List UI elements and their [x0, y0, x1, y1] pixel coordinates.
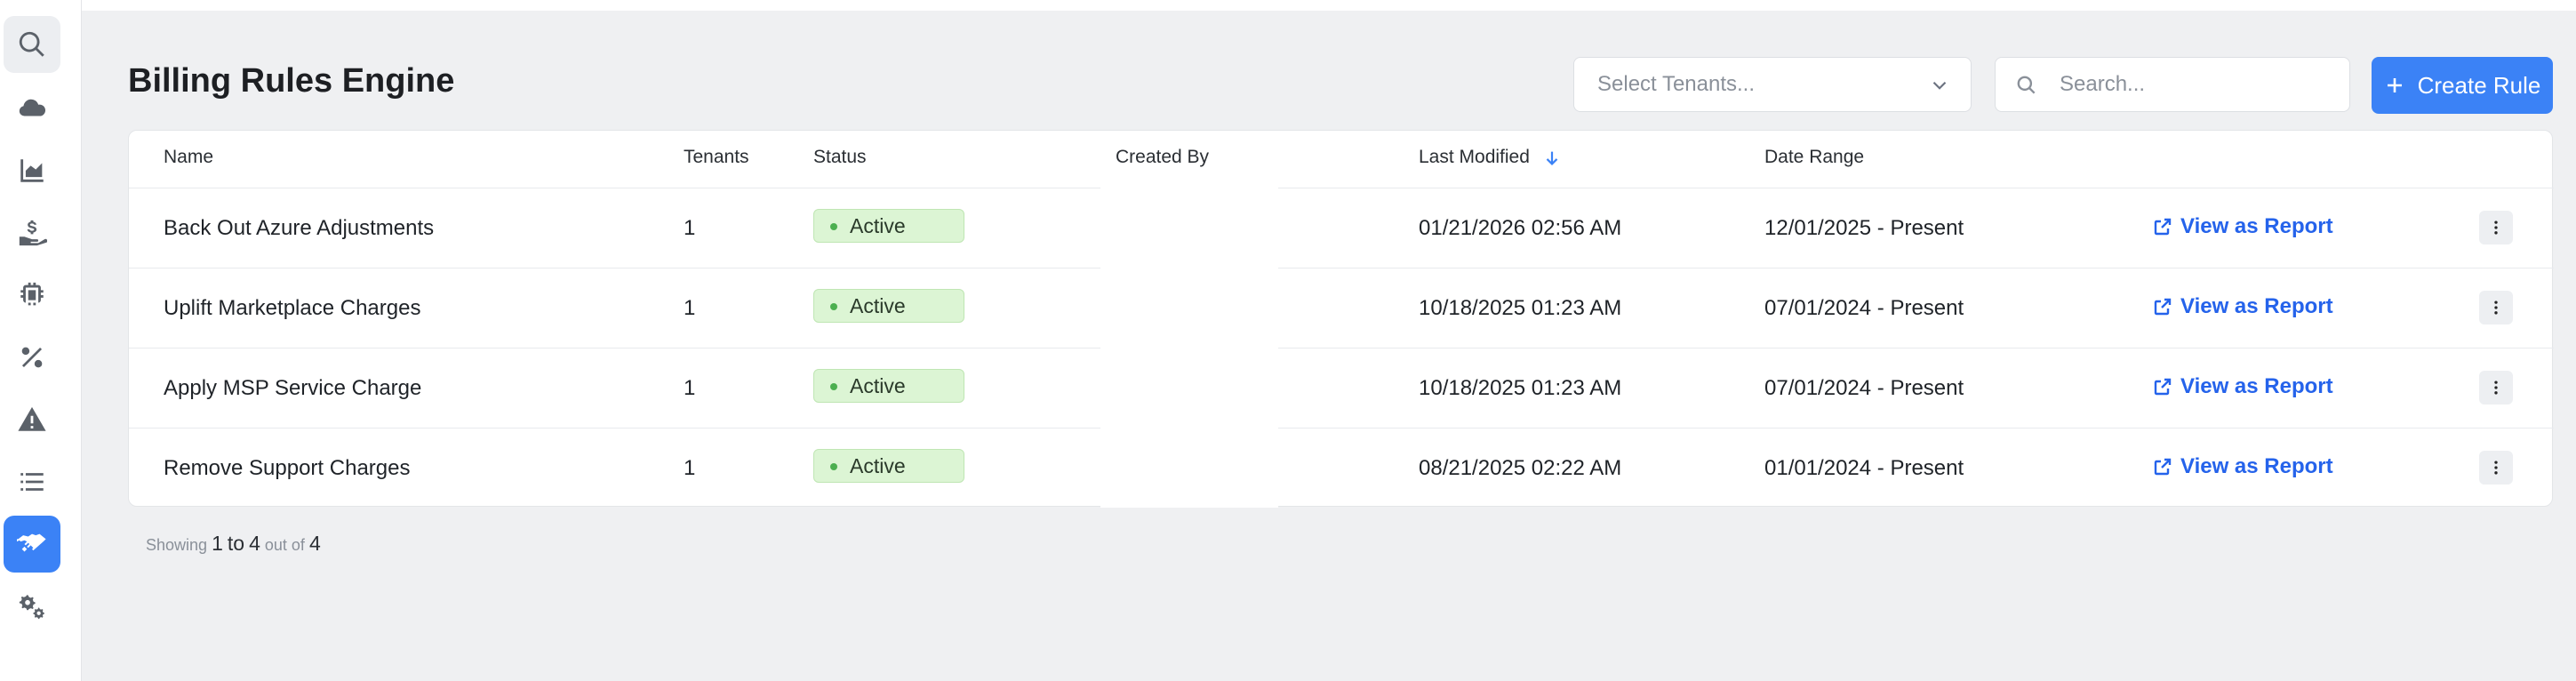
column-header-tenants[interactable]: Tenants	[684, 147, 749, 168]
area-chart-icon	[20, 159, 44, 182]
search-icon	[19, 31, 44, 57]
pagination-summary: Showing 1 to 4 out of 4	[146, 532, 321, 555]
rule-name: Uplift Marketplace Charges	[164, 296, 421, 320]
rule-name: Apply MSP Service Charge	[164, 376, 422, 400]
nav-alerts[interactable]	[4, 391, 60, 448]
date-range: 07/01/2024 - Present	[1764, 296, 1964, 320]
table-row[interactable]: Back Out Azure Adjustments 1 Active 01/2…	[129, 188, 2554, 268]
search-icon	[2017, 76, 2036, 94]
nav-settings[interactable]	[4, 578, 60, 635]
status-badge: Active	[813, 369, 964, 403]
last-modified: 08/21/2025 02:22 AM	[1419, 456, 1622, 480]
handshake-icon	[17, 533, 46, 552]
create-rule-button[interactable]: Create Rule	[2372, 57, 2553, 114]
kebab-icon	[2494, 461, 2498, 475]
nav-list[interactable]	[4, 453, 60, 510]
tenant-select[interactable]: Select Tenants...	[1573, 57, 1972, 112]
external-link-icon	[2154, 218, 2172, 236]
tenant-count: 1	[684, 376, 696, 400]
external-link-icon	[2154, 298, 2172, 316]
rule-name: Remove Support Charges	[164, 456, 411, 480]
nav-billing-rules[interactable]	[4, 516, 60, 573]
status-dot	[830, 463, 837, 470]
search-input[interactable]	[2060, 72, 2326, 97]
search-box	[1995, 57, 2350, 112]
nav-cloud[interactable]	[4, 80, 60, 137]
date-range: 07/01/2024 - Present	[1764, 376, 1964, 400]
sort-descending-icon[interactable]	[1542, 148, 1562, 168]
column-header-last-modified[interactable]: Last Modified	[1419, 147, 1530, 168]
chip-icon	[20, 282, 44, 306]
nav-search[interactable]	[4, 16, 60, 73]
tenant-count: 1	[684, 296, 696, 320]
last-modified: 10/18/2025 01:23 AM	[1419, 296, 1622, 320]
status-dot	[830, 303, 837, 310]
rules-table: Name Tenants Status Created By Last Modi…	[128, 130, 2554, 508]
tenant-count: 1	[684, 216, 696, 240]
warning-icon	[18, 406, 46, 431]
page-title: Billing Rules Engine	[128, 62, 455, 100]
kebab-icon	[2494, 300, 2498, 315]
table-row[interactable]: Uplift Marketplace Charges 1 Active 10/1…	[129, 268, 2554, 348]
cloud-icon	[19, 99, 46, 116]
list-icon	[20, 473, 44, 491]
table-row[interactable]: Remove Support Charges 1 Active 08/21/20…	[129, 428, 2554, 508]
percent-icon	[21, 347, 43, 368]
table-row[interactable]: Apply MSP Service Charge 1 Active 10/18/…	[129, 348, 2554, 428]
nav-discounts[interactable]	[4, 329, 60, 386]
tenant-select-placeholder: Select Tenants...	[1597, 72, 1755, 96]
row-actions-button[interactable]	[2479, 211, 2513, 244]
status-badge: Active	[813, 449, 964, 483]
view-as-report-link[interactable]: View as Report	[2152, 214, 2333, 239]
chevron-down-icon	[1932, 81, 1947, 90]
plus-icon	[2387, 78, 2402, 92]
column-header-date-range[interactable]: Date Range	[1764, 147, 1864, 168]
kebab-icon	[2494, 220, 2498, 235]
view-as-report-link[interactable]: View as Report	[2152, 454, 2333, 479]
date-range: 01/01/2024 - Present	[1764, 456, 1964, 480]
nav-analytics[interactable]	[4, 142, 60, 199]
row-actions-button[interactable]	[2479, 371, 2513, 405]
nav-compute[interactable]	[4, 267, 60, 324]
view-as-report-link[interactable]: View as Report	[2152, 294, 2333, 319]
column-header-created-by[interactable]: Created By	[1116, 147, 1209, 168]
gears-icon	[19, 595, 44, 620]
sidebar	[0, 0, 82, 681]
create-rule-label: Create Rule	[2417, 71, 2541, 99]
date-range: 12/01/2025 - Present	[1764, 216, 1964, 240]
created-by-cell	[1100, 428, 1278, 508]
created-by-cell	[1100, 348, 1278, 428]
column-header-name[interactable]: Name	[164, 147, 213, 168]
status-badge: Active	[813, 289, 964, 323]
last-modified: 10/18/2025 01:23 AM	[1419, 376, 1622, 400]
view-as-report-link[interactable]: View as Report	[2152, 374, 2333, 399]
status-dot	[830, 383, 837, 390]
status-badge: Active	[813, 209, 964, 243]
column-header-status[interactable]: Status	[813, 147, 867, 168]
created-by-cell	[1100, 268, 1278, 348]
status-dot	[830, 223, 837, 230]
tenant-count: 1	[684, 456, 696, 480]
external-link-icon	[2154, 458, 2172, 476]
last-modified: 01/21/2026 02:56 AM	[1419, 216, 1622, 240]
rule-name: Back Out Azure Adjustments	[164, 216, 435, 240]
hand-dollar-icon	[19, 220, 47, 246]
row-actions-button[interactable]	[2479, 451, 2513, 485]
created-by-cell	[1100, 188, 1278, 268]
kebab-icon	[2494, 381, 2498, 395]
nav-billing[interactable]	[4, 204, 60, 261]
top-strip	[82, 0, 2576, 11]
row-actions-button[interactable]	[2479, 291, 2513, 324]
external-link-icon	[2154, 378, 2172, 396]
